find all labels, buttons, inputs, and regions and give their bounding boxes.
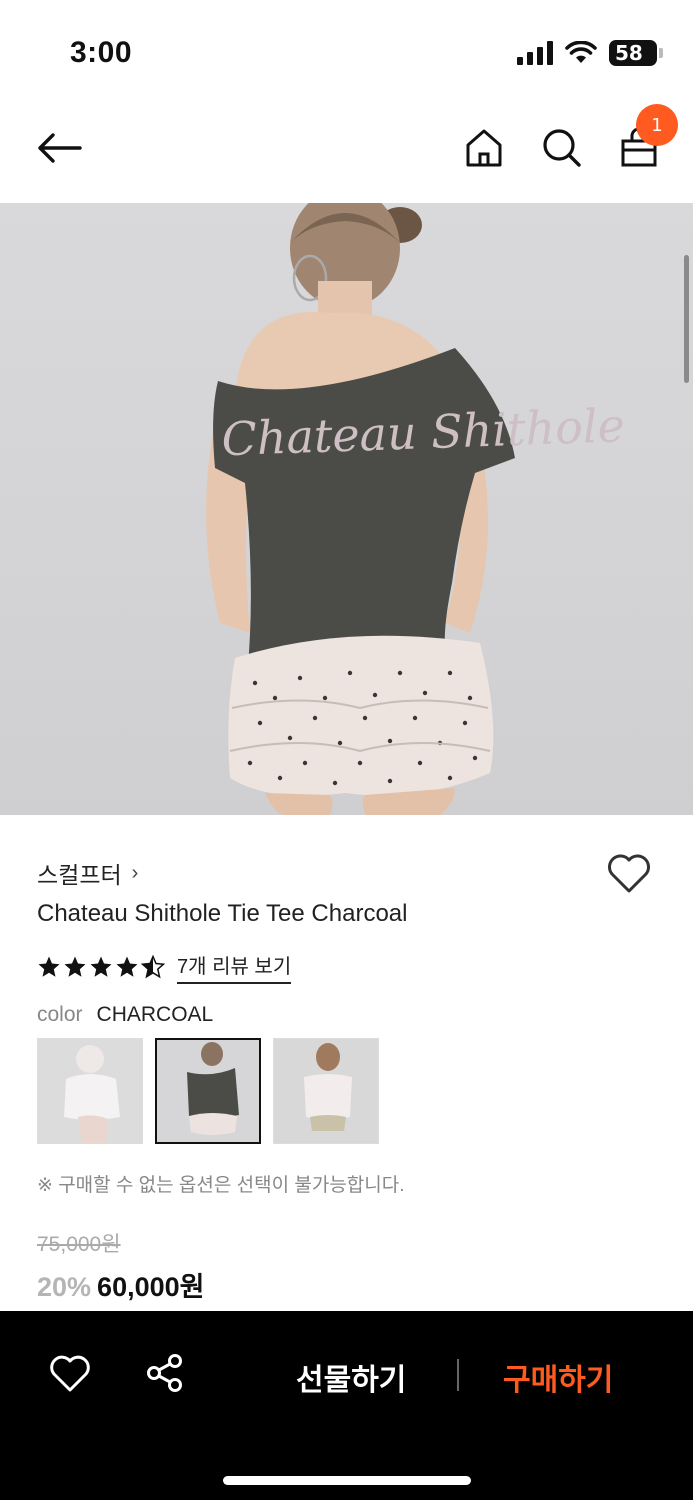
wifi-icon [565,41,597,63]
back-button[interactable] [30,122,88,174]
color-swatches [37,1038,379,1144]
signal-icon [517,41,553,65]
battery-icon: 58 [609,40,663,66]
swatch-white[interactable] [37,1038,143,1144]
search-button[interactable] [538,122,586,174]
swatch-white-pink[interactable] [273,1038,379,1144]
status-icons: 58 [517,40,663,66]
home-button[interactable] [460,122,508,174]
share-icon [147,1354,182,1392]
bottom-action-bar: 선물하기 구매하기 [0,1311,693,1500]
heart-icon [608,854,650,893]
discount-rate: 20% [37,1272,92,1302]
option-value: CHARCOAL [96,1003,214,1026]
star-icon [116,956,138,977]
product-image[interactable]: Chateau Shithole [0,203,693,815]
half-star-icon [141,955,165,979]
status-bar: 3:00 58 [0,0,693,100]
option-label: color [37,1003,83,1026]
battery-level: 58 [615,41,643,65]
search-icon [543,129,581,167]
option-row: color CHARCOAL [37,1003,213,1027]
original-price: 75,000원 [37,1233,121,1256]
divider [457,1359,459,1391]
top-nav [0,100,693,200]
home-icon [466,129,502,167]
back-arrow-icon [38,133,82,163]
star-icon [38,956,60,977]
product-photo: Chateau Shithole [206,203,626,815]
gift-button[interactable]: 선물하기 [296,1355,406,1399]
brand-name: 스컬프터 [37,862,122,888]
review-link[interactable]: 7개 리뷰 보기 [177,950,292,984]
star-rating [37,955,165,979]
rating-row: 7개 리뷰 보기 [37,950,292,984]
price-row: 20% 60,000원 [37,1265,204,1304]
swatch-thumbnail [274,1039,378,1143]
swatch-charcoal[interactable] [155,1038,261,1144]
product-name: Chateau Shithole Tie Tee Charcoal [37,900,408,927]
share-button[interactable] [145,1353,187,1395]
buy-button[interactable]: 구매하기 [503,1355,613,1399]
image-scrollbar[interactable] [684,255,689,383]
bottom-wishlist-button[interactable] [48,1353,92,1395]
cart-count-badge: 1 [636,104,678,146]
wishlist-button[interactable] [606,852,654,896]
option-notice: ※ 구매할 수 없는 옵션은 선택이 불가능합니다. [37,1175,405,1196]
status-time: 3:00 [70,36,133,69]
home-indicator [223,1476,471,1485]
brand-link[interactable]: 스컬프터 › [37,856,138,890]
star-icon [64,956,86,977]
heart-icon [50,1355,90,1392]
sale-price: 60,000원 [97,1272,205,1302]
star-icon [90,956,112,977]
swatch-thumbnail [38,1039,142,1143]
chevron-right-icon: › [131,861,139,884]
swatch-thumbnail [157,1040,259,1142]
